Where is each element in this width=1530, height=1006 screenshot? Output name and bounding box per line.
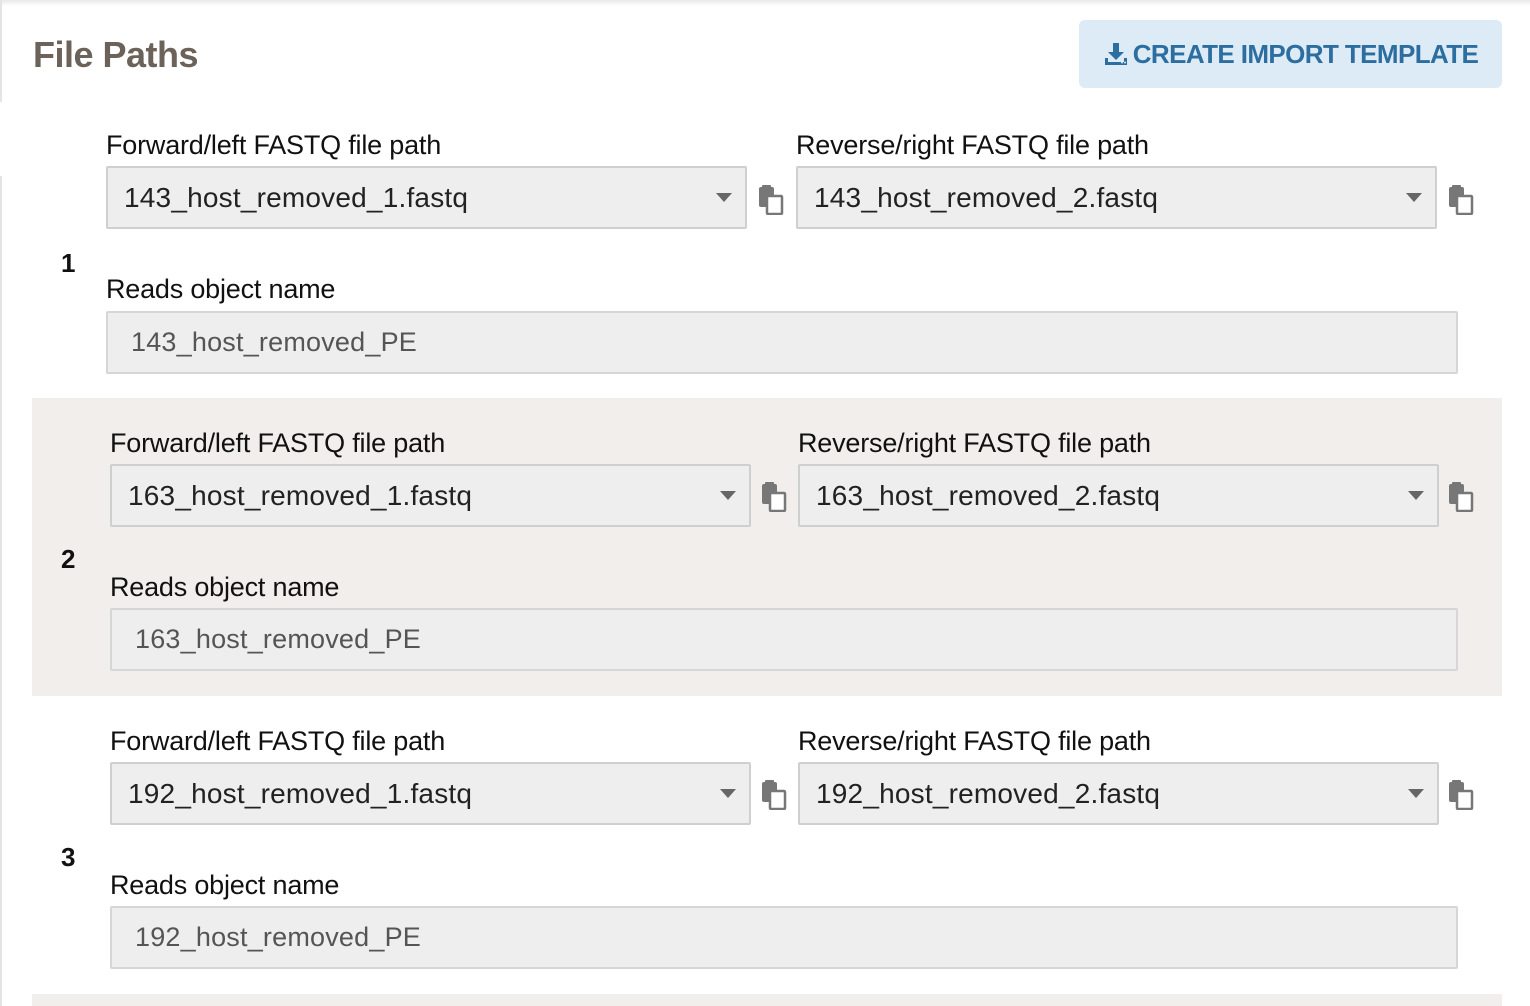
copy-icon[interactable]	[761, 482, 787, 513]
reads-name-label: Reads object name	[106, 274, 336, 304]
forward-path-value: 163_host_removed_1.fastq	[128, 479, 473, 511]
forward-path-value: 192_host_removed_1.fastq	[128, 777, 473, 809]
reverse-path-value: 192_host_removed_2.fastq	[816, 777, 1161, 809]
row-number: 2	[61, 544, 76, 574]
reverse-path-value: 163_host_removed_2.fastq	[816, 479, 1161, 511]
create-import-template-label: CREATE IMPORT TEMPLATE	[1132, 38, 1479, 69]
reads-name-value: 192_host_removed_PE	[135, 922, 421, 952]
reverse-path-select[interactable]: 163_host_removed_2.fastq	[798, 464, 1439, 527]
reverse-path-value: 143_host_removed_2.fastq	[814, 181, 1159, 213]
row-number: 3	[61, 842, 76, 872]
file-row: 1 Forward/left FASTQ file path 143_host_…	[32, 102, 1502, 400]
forward-path-select[interactable]: 192_host_removed_1.fastq	[110, 762, 751, 825]
reverse-path-select[interactable]: 143_host_removed_2.fastq	[796, 166, 1437, 229]
file-row: 2 Forward/left FASTQ file path 163_host_…	[32, 398, 1502, 696]
forward-path-select[interactable]: 143_host_removed_1.fastq	[106, 166, 747, 229]
copy-icon[interactable]	[1448, 185, 1474, 216]
download-icon	[1103, 41, 1129, 67]
forward-path-label: Forward/left FASTQ file path	[110, 726, 446, 756]
left-border	[0, 176, 2, 1006]
reverse-path-label: Reverse/right FASTQ file path	[798, 726, 1151, 756]
caret-down-icon	[1408, 491, 1424, 500]
caret-down-icon	[720, 789, 736, 798]
reads-name-value: 143_host_removed_PE	[131, 327, 417, 357]
reads-name-input[interactable]: 143_host_removed_PE	[106, 311, 1458, 374]
left-border	[0, 0, 2, 102]
copy-icon[interactable]	[761, 780, 787, 811]
copy-icon[interactable]	[1448, 482, 1474, 513]
row-number: 1	[61, 248, 76, 278]
copy-icon[interactable]	[1448, 780, 1474, 811]
reverse-path-label: Reverse/right FASTQ file path	[796, 130, 1149, 160]
reads-name-label: Reads object name	[110, 870, 340, 900]
caret-down-icon	[716, 193, 732, 202]
forward-path-select[interactable]: 163_host_removed_1.fastq	[110, 464, 751, 527]
forward-path-label: Forward/left FASTQ file path	[110, 428, 446, 458]
caret-down-icon	[1406, 193, 1422, 202]
next-row-edge	[32, 994, 1502, 1006]
caret-down-icon	[720, 491, 736, 500]
reads-name-input[interactable]: 192_host_removed_PE	[110, 906, 1458, 969]
reads-name-label: Reads object name	[110, 572, 340, 602]
page-title: File Paths	[33, 34, 199, 75]
top-shadow	[0, 0, 1530, 6]
create-import-template-button[interactable]: CREATE IMPORT TEMPLATE	[1079, 20, 1502, 88]
reverse-path-label: Reverse/right FASTQ file path	[798, 428, 1151, 458]
caret-down-icon	[1408, 789, 1424, 798]
file-row: 3 Forward/left FASTQ file path 192_host_…	[32, 696, 1502, 994]
copy-icon[interactable]	[758, 185, 784, 216]
reads-name-value: 163_host_removed_PE	[135, 624, 421, 654]
reverse-path-select[interactable]: 192_host_removed_2.fastq	[798, 762, 1439, 825]
forward-path-value: 143_host_removed_1.fastq	[124, 181, 469, 213]
reads-name-input[interactable]: 163_host_removed_PE	[110, 608, 1458, 671]
forward-path-label: Forward/left FASTQ file path	[106, 130, 442, 160]
